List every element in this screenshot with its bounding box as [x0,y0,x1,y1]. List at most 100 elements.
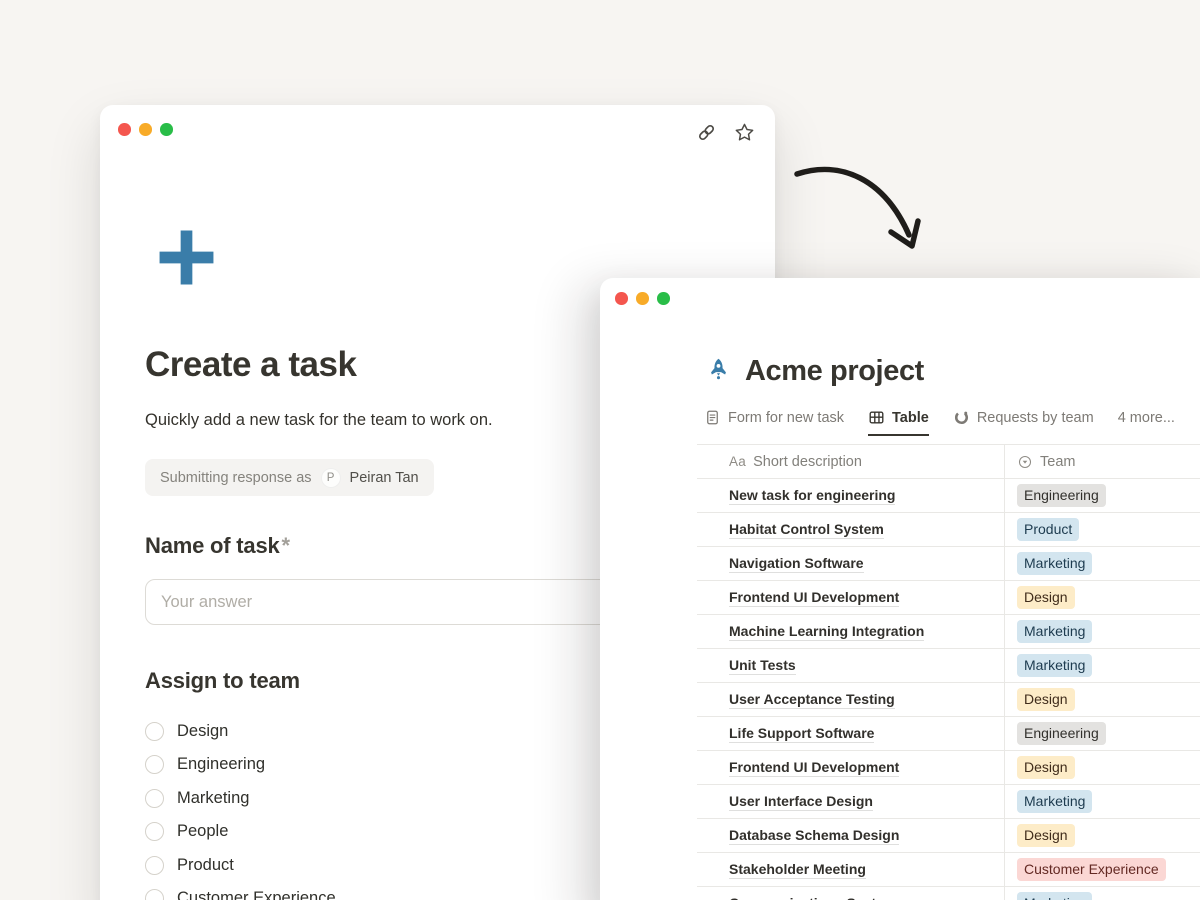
team-radio-option-customer-experience[interactable]: Customer Experience [145,887,336,900]
team-tag: Marketing [1017,654,1092,677]
team-cell[interactable]: Design [1005,751,1200,784]
task-title-cell[interactable]: Machine Learning Integration [697,615,1005,648]
column-header-team[interactable]: Team [1005,445,1200,478]
table-row: New task for engineering Engineering [697,479,1200,513]
close-button[interactable] [118,123,131,136]
window-toolbar [696,122,755,143]
task-title: Frontend UI Development [729,759,899,777]
task-title-cell[interactable]: Frontend UI Development [697,751,1005,784]
close-button[interactable] [615,292,628,305]
task-title-cell[interactable]: Unit Tests [697,649,1005,682]
table-row: Navigation Software Marketing [697,547,1200,581]
text-property-icon: Aa [729,454,746,469]
star-icon[interactable] [734,122,755,143]
table-row: Frontend UI Development Design [697,751,1200,785]
team-cell[interactable]: Design [1005,819,1200,852]
tab-label: Table [892,410,929,426]
task-title-cell[interactable]: User Interface Design [697,785,1005,818]
required-asterisk: * [282,533,290,558]
table-row: Database Schema Design Design [697,819,1200,853]
table-row: User Acceptance Testing Design [697,683,1200,717]
team-cell[interactable]: Design [1005,581,1200,614]
team-radio-option-engineering[interactable]: Engineering [145,753,336,777]
assign-to-team-label: Assign to team [145,668,300,694]
traffic-lights [615,292,670,305]
team-cell[interactable]: Marketing [1005,785,1200,818]
form-icon [704,409,721,426]
team-tag: Engineering [1017,484,1106,507]
table-row: User Interface Design Marketing [697,785,1200,819]
team-radio-option-product[interactable]: Product [145,853,336,877]
team-tag: Design [1017,824,1075,847]
task-title-cell[interactable]: Stakeholder Meeting [697,853,1005,886]
team-tag: Marketing [1017,620,1092,643]
radio-circle-icon[interactable] [145,789,164,808]
team-options: Design Engineering Marketing People Prod… [145,719,336,900]
team-tag: Marketing [1017,552,1092,575]
name-of-task-label: Name of task* [145,533,290,559]
rocket-icon [705,357,732,384]
minimize-button[interactable] [636,292,649,305]
table-row: Frontend UI Development Design [697,581,1200,615]
submitting-as-chip[interactable]: Submitting response as P Peiran Tan [145,459,434,496]
team-tag: Design [1017,586,1075,609]
radio-circle-icon[interactable] [145,722,164,741]
task-title: Database Schema Design [729,827,899,845]
table-row: Habitat Control System Product [697,513,1200,547]
team-tag: Product [1017,518,1079,541]
task-title: Unit Tests [729,657,796,675]
task-title-cell[interactable]: Navigation Software [697,547,1005,580]
tab-table[interactable]: Table [868,409,929,436]
plus-icon [156,227,217,288]
radio-circle-icon[interactable] [145,755,164,774]
team-cell[interactable]: Product [1005,513,1200,546]
task-title: User Acceptance Testing [729,691,895,709]
avatar: P [321,468,341,488]
tab-label: Form for new task [728,410,844,426]
team-cell[interactable]: Customer Experience [1005,853,1200,886]
team-radio-option-design[interactable]: Design [145,719,336,743]
link-icon[interactable] [696,122,717,143]
task-title: Life Support Software [729,725,874,743]
tab-4-more[interactable]: 4 more... [1118,410,1175,436]
team-cell[interactable]: Marketing [1005,887,1200,900]
team-cell[interactable]: Marketing [1005,615,1200,648]
minimize-button[interactable] [139,123,152,136]
team-cell[interactable]: Engineering [1005,717,1200,750]
column-label: Team [1040,454,1075,470]
tab-form-for-new-task[interactable]: Form for new task [704,409,844,436]
table-header: Aa Short description Team [697,444,1200,479]
radio-circle-icon[interactable] [145,822,164,841]
team-cell[interactable]: Design [1005,683,1200,716]
tab-requests-by-team[interactable]: Requests by team [953,409,1094,436]
task-title-cell[interactable]: Life Support Software [697,717,1005,750]
team-radio-option-marketing[interactable]: Marketing [145,786,336,810]
radio-option-label: Marketing [177,789,249,808]
task-title-cell[interactable]: New task for engineering [697,479,1005,512]
radio-option-label: People [177,822,228,841]
team-radio-option-people[interactable]: People [145,820,336,844]
task-title: User Interface Design [729,793,873,811]
task-title-cell[interactable]: Habitat Control System [697,513,1005,546]
radio-circle-icon[interactable] [145,856,164,875]
team-tag: Customer Experience [1017,858,1166,881]
donut-chart-icon [953,409,970,426]
team-tag: Design [1017,688,1075,711]
task-title-cell[interactable]: Frontend UI Development [697,581,1005,614]
radio-circle-icon[interactable] [145,889,164,900]
team-tag: Design [1017,756,1075,779]
fullscreen-button[interactable] [657,292,670,305]
team-tag: Marketing [1017,892,1092,900]
team-cell[interactable]: Engineering [1005,479,1200,512]
select-property-icon [1017,454,1033,470]
column-header-short-description[interactable]: Aa Short description [697,445,1005,478]
chip-prefix-label: Submitting response as [160,470,312,486]
team-cell[interactable]: Marketing [1005,649,1200,682]
task-title-cell[interactable]: User Acceptance Testing [697,683,1005,716]
task-title-cell[interactable]: Database Schema Design [697,819,1005,852]
radio-option-label: Customer Experience [177,889,336,900]
tab-label: 4 more... [1118,410,1175,426]
task-title-cell[interactable]: Communications System [697,887,1005,900]
fullscreen-button[interactable] [160,123,173,136]
team-cell[interactable]: Marketing [1005,547,1200,580]
